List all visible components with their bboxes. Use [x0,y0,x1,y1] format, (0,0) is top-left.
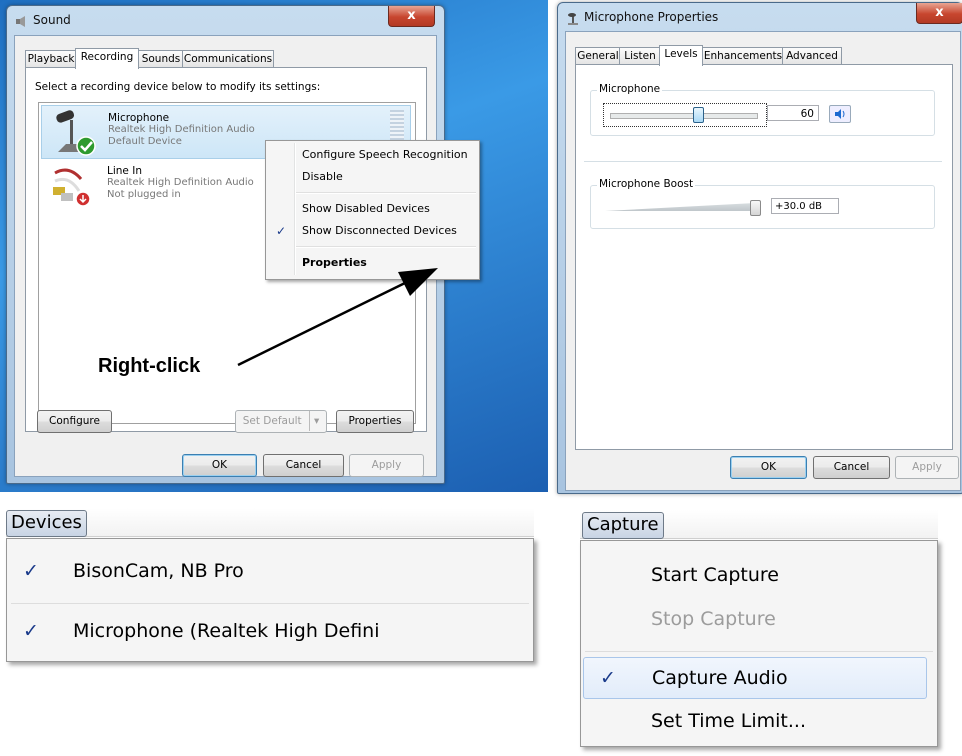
menu-separator [11,603,529,604]
menu-item-microphone-realtek[interactable]: ✓ Microphone (Realtek High Defini [7,611,533,651]
boost-wedge [605,203,755,211]
menu-item-stop-capture[interactable]: Stop Capture [581,599,937,639]
mic-properties-dialog: Microphone Properties x General Listen L… [557,2,962,494]
apply-button[interactable]: Apply [895,456,959,479]
tab-general[interactable]: General [575,47,621,65]
menu-separator [585,651,933,652]
microphone-boost-group: Microphone Boost +30.0 dB [590,178,935,229]
devices-menu: ✓ BisonCam, NB Pro ✓ Microphone (Realtek… [6,538,534,662]
bisoncam-label: BisonCam, NB Pro [73,560,244,582]
microphone-slider[interactable] [603,103,767,127]
mic-properties-title: Microphone Properties [584,10,719,24]
slider-track [610,113,758,119]
microphone-realtek-label: Microphone (Realtek High Defini [73,620,380,642]
devices-menu-title[interactable]: Devices [6,510,87,537]
capture-menu: Start Capture Stop Capture ✓ Capture Aud… [580,540,938,747]
tab-levels[interactable]: Levels [659,45,703,66]
capture-audio-label: Capture Audio [652,667,788,689]
levels-panel: Microphone 60 Microphone Boost +30.0 dB [575,64,953,450]
boost-value-text: +30.0 dB [775,201,823,212]
microphone-boost-label: Microphone Boost [597,178,696,190]
boost-slider[interactable] [605,196,767,218]
ok-button[interactable]: OK [730,456,807,479]
slider-thumb[interactable] [692,107,704,123]
checkmark-icon: ✓ [23,560,39,582]
microphone-level-label: Microphone [597,83,663,95]
start-capture-label: Start Capture [651,564,779,586]
microphone-level-value[interactable]: 60 [767,105,819,121]
capture-menu-title[interactable]: Capture [582,512,664,539]
close-button[interactable]: x [916,3,962,24]
checkmark-icon: ✓ [600,667,616,689]
microphone-small-icon [566,10,580,25]
mic-tabs: General Listen Levels Enhancements Advan… [575,45,865,66]
menu-item-capture-audio[interactable]: ✓ Capture Audio [583,657,927,699]
annotation-arrow [237,268,438,367]
tab-enhancements[interactable]: Enhancements [702,47,784,65]
menu-item-bisoncam[interactable]: ✓ BisonCam, NB Pro [7,551,533,591]
slider-thumb[interactable] [750,200,761,216]
boost-value: +30.0 dB [771,198,839,214]
microphone-level-group: Microphone 60 [590,83,935,136]
microphone-level-text: 60 [800,108,814,120]
menu-item-set-time-limit[interactable]: Set Time Limit... [581,701,937,741]
stop-capture-label: Stop Capture [651,608,776,630]
checkmark-icon: ✓ [23,620,39,642]
mute-speaker-icon[interactable] [829,105,851,123]
right-click-annotation: Right-click [98,355,201,377]
divider [584,161,942,162]
mic-client-area: General Listen Levels Enhancements Advan… [565,31,961,491]
tab-listen[interactable]: Listen [619,47,661,65]
set-time-limit-label: Set Time Limit... [651,710,806,732]
tab-recording[interactable]: Recording [75,48,139,69]
cancel-button[interactable]: Cancel [813,456,890,479]
tab-advanced[interactable]: Advanced [782,47,842,65]
menu-item-start-capture[interactable]: Start Capture [581,555,937,595]
